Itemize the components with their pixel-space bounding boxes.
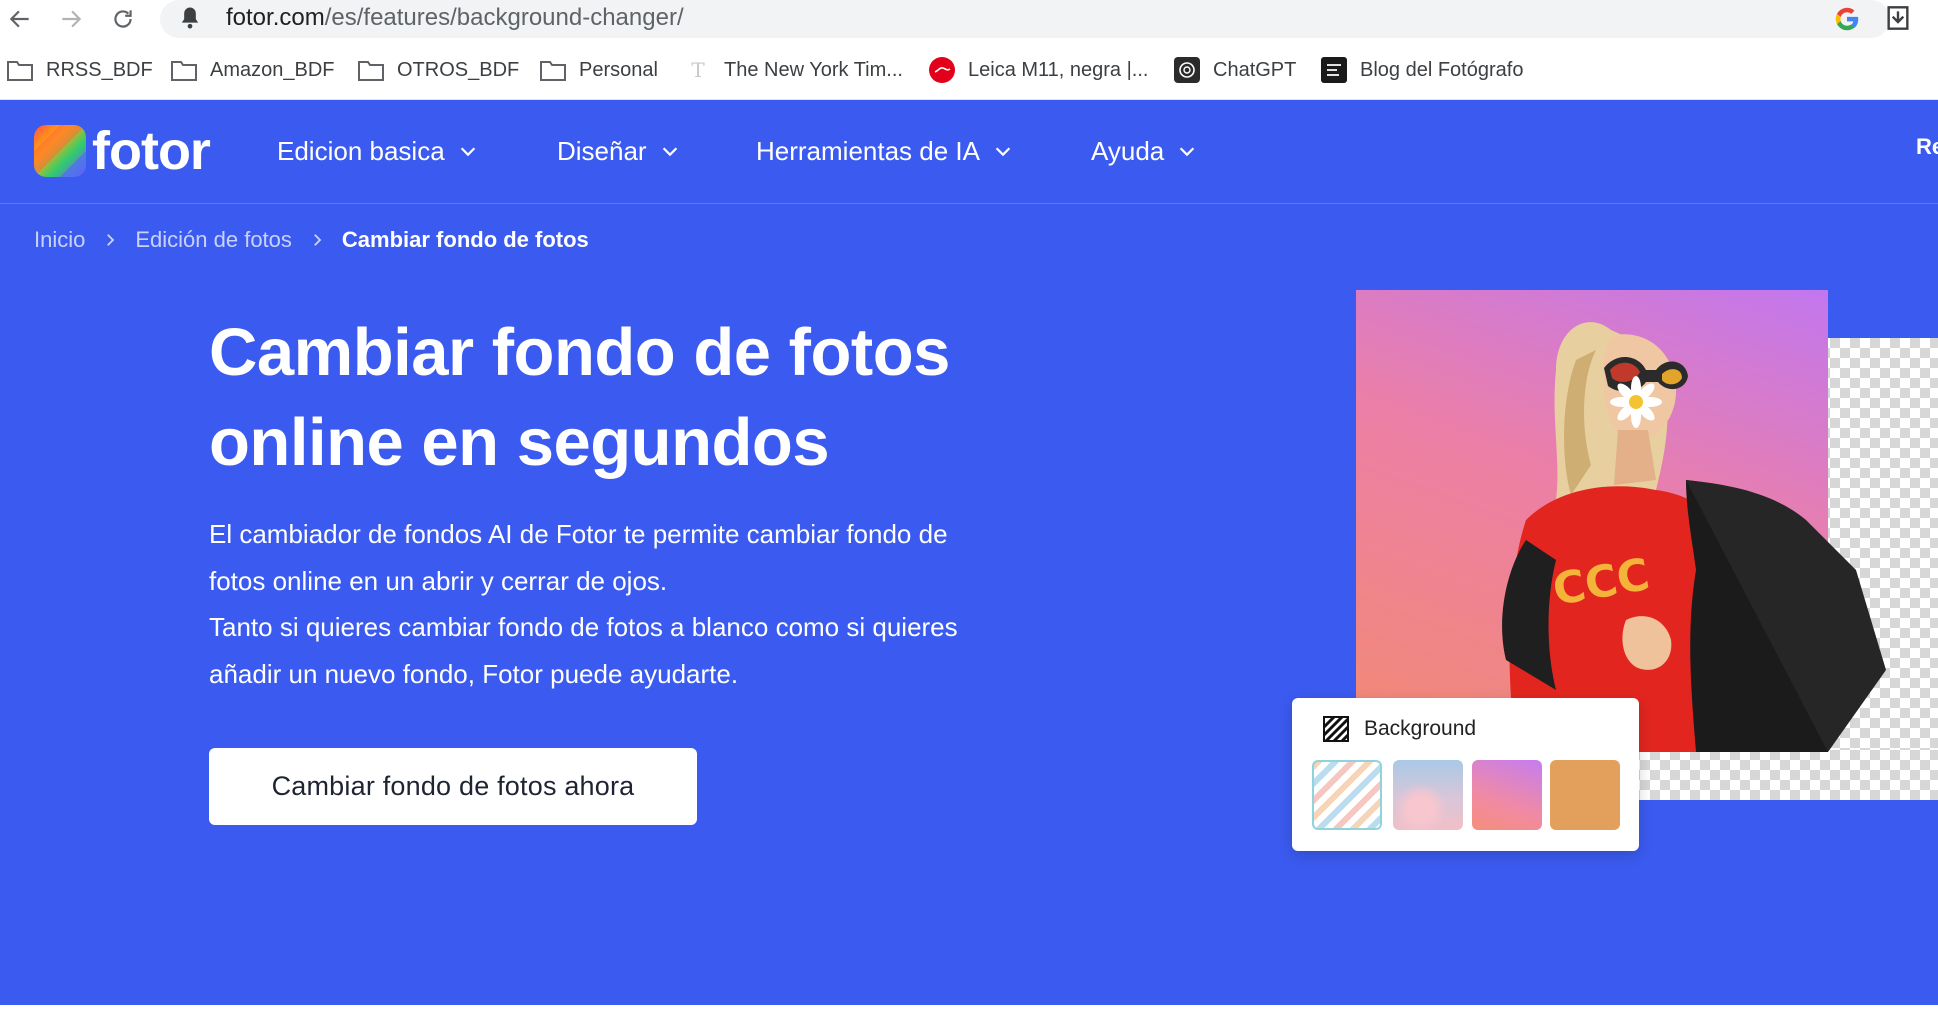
hero-description: El cambiador de fondos AI de Fotor te pe… — [209, 511, 1129, 697]
url-text[interactable]: fotor.com/es/features/background-changer… — [226, 3, 684, 33]
bookmark-label: Amazon_BDF — [210, 58, 335, 81]
leica-icon — [928, 56, 956, 84]
folder-icon — [539, 56, 567, 84]
swatch-orange[interactable] — [1550, 760, 1620, 830]
nav-edicion-basica[interactable]: Edicion basica — [277, 134, 479, 168]
nav-label: Ayuda — [1091, 135, 1165, 166]
bookmark-label: Leica M11, negra |... — [968, 58, 1149, 81]
chevron-right-icon — [107, 234, 115, 246]
breadcrumb: Inicio Edición de fotos Cambiar fondo de… — [34, 224, 589, 256]
swatch-pastel-stripes[interactable] — [1312, 760, 1382, 830]
nav-label: Herramientas de IA — [756, 135, 980, 166]
bookmark-item[interactable]: OTROS_BDF — [357, 54, 519, 86]
notification-bell-icon[interactable] — [176, 4, 204, 32]
bookmark-label: The New York Tim... — [724, 58, 903, 81]
bookmark-item[interactable]: RRSS_BDF — [6, 54, 153, 86]
arrow-right-icon — [62, 10, 82, 28]
site-header: fotor Edicion basica Diseñar Herramienta… — [0, 100, 1938, 204]
chevron-down-icon — [662, 147, 677, 157]
folder-icon — [170, 56, 198, 84]
breadcrumb-inicio[interactable]: Inicio — [34, 227, 85, 253]
page-bottom-strip — [0, 1005, 1938, 1024]
hero-title: Cambiar fondo de fotos online en segundo… — [209, 308, 1109, 488]
bookmark-item[interactable]: Amazon_BDF — [170, 54, 335, 86]
chatgpt-icon — [1173, 56, 1201, 84]
reload-icon — [114, 10, 132, 28]
nav-label: Edicion basica — [277, 135, 445, 166]
swatch-pink-gradient[interactable] — [1472, 760, 1542, 830]
bookmark-label: ChatGPT — [1213, 58, 1297, 81]
bookmark-item[interactable]: Blog del Fotógrafo — [1320, 54, 1523, 86]
hero-desc-line: fotos online en un abrir y cerrar de ojo… — [209, 565, 668, 596]
header-cut-text[interactable]: Re — [1916, 134, 1938, 160]
bookmark-item[interactable]: Leica M11, negra |... — [928, 54, 1148, 86]
url-host: fotor.com — [226, 4, 325, 31]
nav-label: Diseñar — [557, 135, 647, 166]
bookmarks-bar: RRSS_BDF Amazon_BDF OTROS_BDF Personal T… — [0, 40, 1938, 100]
transparency-stripes-icon — [1322, 715, 1350, 743]
folder-icon — [357, 56, 385, 84]
fotor-logo[interactable]: fotor — [34, 121, 211, 181]
bookmark-item[interactable]: T The New York Tim... — [684, 54, 903, 86]
download-icon[interactable] — [1882, 2, 1914, 34]
google-icon[interactable] — [1832, 4, 1862, 34]
bookmark-item[interactable]: Personal — [539, 54, 658, 86]
back-button[interactable] — [2, 2, 38, 36]
hero-desc-line: El cambiador de fondos AI de Fotor te pe… — [209, 519, 948, 549]
fotor-logo-icon — [34, 125, 86, 177]
swatch-sky-clouds[interactable] — [1393, 760, 1463, 830]
chevron-down-icon — [995, 147, 1011, 157]
bookmark-label: Personal — [579, 58, 658, 81]
url-path: /es/features/background-changer/ — [324, 4, 684, 31]
breadcrumb-edicion-fotos[interactable]: Edición de fotos — [135, 227, 292, 253]
bookmark-label: OTROS_BDF — [397, 58, 520, 81]
browser-toolbar: fotor.com/es/features/background-changer… — [0, 0, 1938, 40]
hero-title-line2: online en segundos — [209, 405, 830, 480]
bookmark-item[interactable]: ChatGPT — [1173, 54, 1296, 86]
chevron-down-icon — [460, 147, 475, 157]
svg-text:T: T — [691, 58, 705, 82]
blog-icon — [1320, 56, 1348, 84]
nav-ayuda[interactable]: Ayuda — [1091, 134, 1198, 168]
hero-title-line1: Cambiar fondo de fotos — [209, 315, 950, 390]
nav-disenar[interactable]: Diseñar — [557, 134, 681, 168]
woman-illustration: CCC — [1502, 322, 1886, 752]
background-panel: Background — [1292, 698, 1639, 851]
cta-button[interactable]: Cambiar fondo de fotos ahora — [209, 748, 697, 825]
folder-icon — [6, 56, 34, 84]
bookmark-label: RRSS_BDF — [46, 58, 153, 81]
arrow-left-icon — [9, 10, 29, 28]
bookmark-label: Blog del Fotógrafo — [1360, 58, 1524, 81]
forward-button[interactable] — [53, 2, 89, 36]
fotor-page: fotor Edicion basica Diseñar Herramienta… — [0, 100, 1938, 1005]
nyt-icon: T — [684, 56, 712, 84]
reload-button[interactable] — [105, 2, 141, 36]
background-panel-header: Background — [1322, 714, 1476, 744]
hero-desc-line: añadir un nuevo fondo, Fotor puede ayuda… — [209, 658, 739, 689]
background-panel-title: Background — [1364, 717, 1477, 740]
hero-photo: CCC — [1356, 290, 1886, 752]
fotor-logo-text: fotor — [92, 121, 211, 181]
chevron-right-icon — [314, 234, 322, 246]
breadcrumb-current: Cambiar fondo de fotos — [341, 227, 589, 252]
hero-desc-line: Tanto si quieres cambiar fondo de fotos … — [209, 612, 958, 642]
chevron-down-icon — [1180, 147, 1195, 157]
nav-herramientas-ia[interactable]: Herramientas de IA — [756, 134, 1014, 168]
